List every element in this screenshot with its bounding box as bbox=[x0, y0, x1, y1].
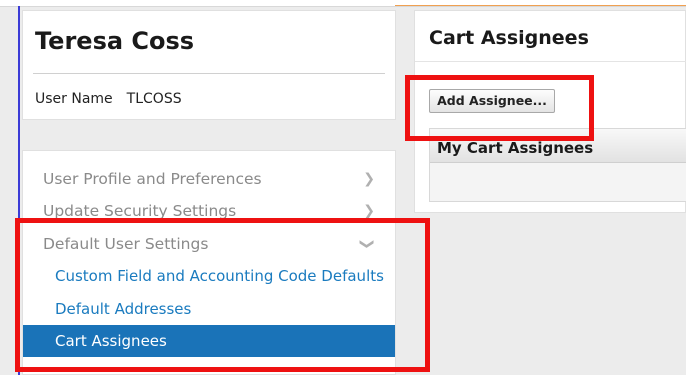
menu-item-label: User Profile and Preferences bbox=[43, 170, 262, 188]
highlight-box-add-assignee bbox=[405, 75, 594, 141]
user-card: Teresa Coss User Name TLCOSS bbox=[22, 10, 396, 120]
menu-item-user-profile[interactable]: User Profile and Preferences ❯ bbox=[23, 163, 395, 195]
panel-top-accent bbox=[395, 5, 686, 6]
chevron-right-icon: ❯ bbox=[363, 171, 375, 187]
user-card-divider bbox=[33, 73, 385, 74]
username-label: User Name bbox=[35, 91, 113, 107]
username-value: TLCOSS bbox=[126, 91, 182, 107]
username-row: User Name TLCOSS bbox=[35, 91, 182, 107]
panel-title: Cart Assignees bbox=[429, 27, 589, 49]
panel-divider bbox=[415, 61, 686, 62]
user-full-name: Teresa Coss bbox=[35, 27, 195, 55]
highlight-box-default-user-settings bbox=[15, 218, 430, 372]
